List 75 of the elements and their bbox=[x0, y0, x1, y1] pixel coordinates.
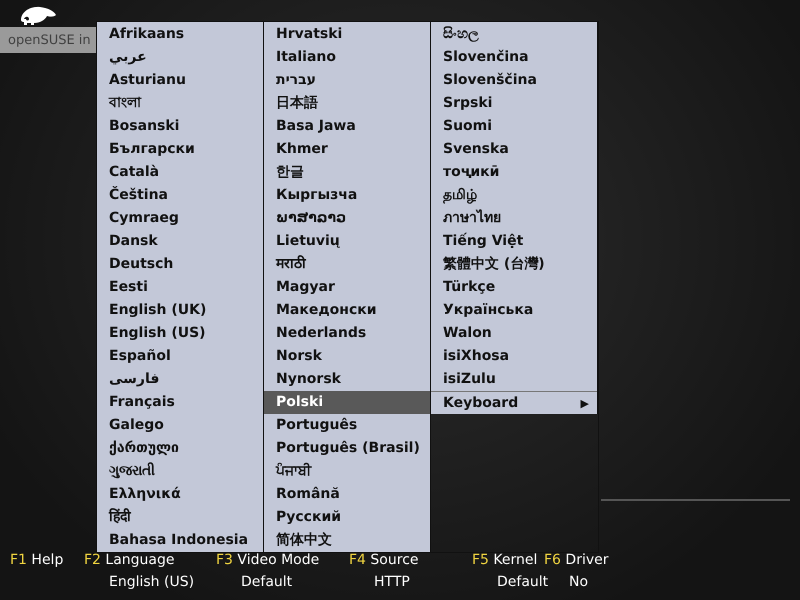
language-option[interactable]: English (UK) bbox=[97, 299, 263, 322]
language-option[interactable]: Nynorsk bbox=[264, 368, 430, 391]
language-option[interactable]: සිංහල bbox=[431, 23, 597, 46]
function-key-label[interactable]: F3 Video Mode bbox=[216, 552, 320, 574]
language-option[interactable]: हिंदी bbox=[97, 506, 263, 529]
language-option[interactable]: English (US) bbox=[97, 322, 263, 345]
language-option[interactable]: Hrvatski bbox=[264, 23, 430, 46]
language-option[interactable]: தமிழ் bbox=[431, 184, 597, 207]
language-option[interactable]: Italiano bbox=[264, 46, 430, 69]
language-option[interactable]: Deutsch bbox=[97, 253, 263, 276]
language-option[interactable]: 한글 bbox=[264, 161, 430, 184]
language-option[interactable]: ພາສາລາວ bbox=[264, 207, 430, 230]
language-option[interactable]: Dansk bbox=[97, 230, 263, 253]
installer-title: openSUSE in bbox=[8, 32, 91, 48]
language-option[interactable]: Svenska bbox=[431, 138, 597, 161]
language-option[interactable]: isiZulu bbox=[431, 368, 597, 391]
language-option[interactable]: Polski bbox=[264, 391, 430, 414]
language-option[interactable]: Türkçe bbox=[431, 276, 597, 299]
language-option[interactable]: Lietuvių bbox=[264, 230, 430, 253]
language-option[interactable]: Slovenčina bbox=[431, 46, 597, 69]
language-option[interactable]: Français bbox=[97, 391, 263, 414]
language-option[interactable]: Walon bbox=[431, 322, 597, 345]
language-option[interactable]: Norsk bbox=[264, 345, 430, 368]
language-option[interactable]: isiXhosa bbox=[431, 345, 597, 368]
language-option[interactable]: Українська bbox=[431, 299, 597, 322]
language-option[interactable]: ქართული bbox=[97, 437, 263, 460]
language-option[interactable]: ગુજરાતી bbox=[97, 460, 263, 483]
language-option[interactable]: ਪੰਜਾਬੀ bbox=[264, 460, 430, 483]
chameleon-logo-icon bbox=[18, 4, 58, 26]
language-option[interactable]: Nederlands bbox=[264, 322, 430, 345]
function-key-label[interactable]: F5 Kernel bbox=[472, 552, 538, 574]
language-option[interactable]: ภาษาไทย bbox=[431, 207, 597, 230]
language-option[interactable]: Català bbox=[97, 161, 263, 184]
function-key-value: Default bbox=[240, 574, 292, 590]
function-key-value: HTTP bbox=[373, 574, 410, 590]
language-option[interactable]: Български bbox=[97, 138, 263, 161]
function-key-label[interactable]: F6 Driver bbox=[544, 552, 608, 574]
language-option[interactable]: Slovenščina bbox=[431, 69, 597, 92]
language-option[interactable]: Asturianu bbox=[97, 69, 263, 92]
language-option[interactable]: Galego bbox=[97, 414, 263, 437]
function-key-value: English (US) bbox=[108, 574, 194, 590]
language-option[interactable]: Tiếng Việt bbox=[431, 230, 597, 253]
function-key-label[interactable]: F1 Help bbox=[10, 552, 64, 574]
language-option[interactable]: 日本語 bbox=[264, 92, 430, 115]
language-option[interactable]: עברית bbox=[264, 69, 430, 92]
language-option[interactable]: मराठी bbox=[264, 253, 430, 276]
language-option[interactable]: Кыргызча bbox=[264, 184, 430, 207]
language-option[interactable]: Македонски bbox=[264, 299, 430, 322]
language-option[interactable]: বাংলা bbox=[97, 92, 263, 115]
function-key-label[interactable]: F2 Language bbox=[84, 552, 175, 574]
language-option[interactable]: Bahasa Indonesia bbox=[97, 529, 263, 552]
language-option[interactable]: Русский bbox=[264, 506, 430, 529]
language-option[interactable]: тоҷикӣ bbox=[431, 161, 597, 184]
language-option[interactable]: Basa Jawa bbox=[264, 115, 430, 138]
keyboard-submenu-item[interactable]: Keyboard ▶ bbox=[431, 391, 597, 415]
language-option[interactable]: Suomi bbox=[431, 115, 597, 138]
language-option[interactable]: Português (Brasil) bbox=[264, 437, 430, 460]
function-key-label[interactable]: F4 Source bbox=[349, 552, 419, 574]
language-option[interactable]: Srpski bbox=[431, 92, 597, 115]
language-option[interactable]: Čeština bbox=[97, 184, 263, 207]
language-option[interactable]: فارسی bbox=[97, 368, 263, 391]
language-option[interactable]: Português bbox=[264, 414, 430, 437]
language-option[interactable]: Eesti bbox=[97, 276, 263, 299]
function-key-value: Default bbox=[496, 574, 548, 590]
language-option[interactable]: Ελληνικά bbox=[97, 483, 263, 506]
language-option[interactable]: Română bbox=[264, 483, 430, 506]
language-option[interactable]: عربي bbox=[97, 46, 263, 69]
language-option[interactable]: Bosanski bbox=[97, 115, 263, 138]
language-option[interactable]: 繁體中文 (台灣) bbox=[431, 253, 597, 276]
language-option[interactable]: Magyar bbox=[264, 276, 430, 299]
language-option[interactable]: 简体中文 bbox=[264, 529, 430, 552]
language-option[interactable]: Español bbox=[97, 345, 263, 368]
language-option[interactable]: Khmer bbox=[264, 138, 430, 161]
language-option[interactable]: Cymraeg bbox=[97, 207, 263, 230]
language-option[interactable]: Afrikaans bbox=[97, 23, 263, 46]
